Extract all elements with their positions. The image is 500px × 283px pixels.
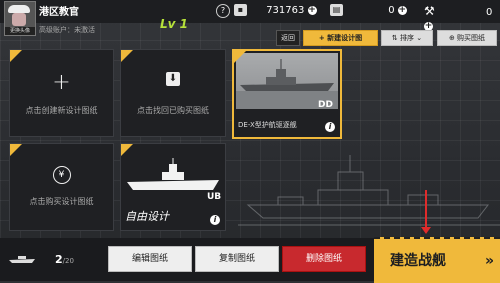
retrieve-design-card[interactable]: ⬇ 点击找回已购买图纸 bbox=[120, 49, 226, 137]
avatar-label: 更换头像 bbox=[5, 27, 35, 35]
ticket-counter: ▤ 0 + bbox=[330, 4, 407, 18]
gold-icon: ▪ bbox=[234, 4, 247, 16]
ticket-icon: ▤ bbox=[330, 4, 343, 16]
background-ship-blueprint bbox=[238, 155, 500, 226]
delete-design-button[interactable]: 删除图纸 bbox=[282, 246, 366, 272]
gear-value: 0 bbox=[485, 7, 493, 18]
sort-dropdown[interactable]: ⇅ 排序 ⌄ bbox=[381, 30, 433, 46]
corner-marker bbox=[121, 144, 133, 156]
chevron-down-icon: ⌄ bbox=[414, 34, 423, 42]
design-name: DE-X型护航驱逐舰 bbox=[238, 121, 297, 129]
build-ship-button[interactable]: 建造战舰 » bbox=[374, 237, 500, 283]
new-design-label: 新建设计图 bbox=[327, 34, 363, 42]
count-value: 2 bbox=[55, 253, 63, 266]
player-name: 港区教官 bbox=[39, 7, 79, 18]
build-label: 建造战舰 bbox=[390, 253, 446, 269]
gear-counter: ⚒ 0 + bbox=[424, 4, 500, 31]
card-text: 点击创建新设计图纸 bbox=[25, 106, 98, 115]
buy-design-card[interactable]: ¥ 点击购买设计图纸 bbox=[9, 143, 114, 231]
info-icon[interactable]: i bbox=[325, 122, 335, 132]
new-design-button[interactable]: + 新建设计图 bbox=[303, 30, 378, 46]
create-design-card[interactable]: + 点击创建新设计图纸 bbox=[9, 49, 114, 137]
design-card-de-x[interactable]: DD DE-X型护航驱逐舰 i bbox=[232, 49, 342, 139]
buy-design-label: 购买图纸 bbox=[457, 34, 486, 42]
ticket-value: 0 bbox=[388, 5, 395, 16]
card-text: 点击找回已购买图纸 bbox=[137, 106, 209, 115]
edit-design-button[interactable]: 编辑图纸 bbox=[108, 246, 192, 272]
corner-marker bbox=[234, 51, 246, 63]
corner-marker bbox=[121, 50, 133, 62]
buy-design-button[interactable]: ⊕ 购买图纸 bbox=[437, 30, 497, 46]
yen-icon: ¥ bbox=[52, 166, 71, 184]
annotation-arrowhead bbox=[421, 227, 431, 234]
copy-design-button[interactable]: 复制图纸 bbox=[195, 246, 279, 272]
gold-counter: ▪ 731763 + bbox=[234, 4, 317, 18]
chevron-right-icon: » bbox=[484, 253, 494, 269]
filter-icon: ⇅ bbox=[391, 34, 400, 42]
corner-marker bbox=[10, 50, 22, 62]
corner-marker bbox=[10, 144, 22, 156]
plus-icon: + bbox=[52, 70, 71, 95]
gold-value: 731763 bbox=[266, 5, 305, 16]
add-gold-button[interactable]: + bbox=[307, 5, 317, 15]
back-button[interactable]: 返回 bbox=[276, 30, 300, 46]
cart-icon: ⊕ bbox=[448, 34, 458, 42]
class-tag: UB bbox=[207, 192, 222, 202]
gear-icon: ⚒ bbox=[424, 4, 435, 18]
ship-silhouette bbox=[127, 158, 219, 190]
level-label: Lv 1 bbox=[160, 17, 188, 31]
download-icon: ⬇ bbox=[166, 72, 180, 86]
design-name: 自由设计 bbox=[125, 210, 169, 223]
help-icon: ? bbox=[216, 4, 230, 18]
add-ticket-button[interactable]: + bbox=[397, 5, 407, 15]
ship-count-icon bbox=[9, 256, 35, 263]
help-button[interactable]: ? bbox=[216, 4, 230, 18]
class-tag: DD bbox=[318, 100, 333, 110]
plus-icon: + bbox=[318, 34, 328, 42]
info-icon[interactable]: i bbox=[210, 215, 220, 225]
count-total: /20 bbox=[62, 257, 74, 265]
account-status: 高级账户：未激活 bbox=[39, 26, 95, 34]
card-text: 点击购买设计图纸 bbox=[29, 197, 94, 206]
sort-label: 排序 bbox=[400, 34, 414, 42]
design-card-free[interactable]: UB 自由设计 i bbox=[120, 143, 226, 231]
annotation-arrow bbox=[425, 190, 427, 232]
design-count: 2/20 bbox=[55, 253, 74, 266]
avatar[interactable]: 更换头像 bbox=[4, 1, 36, 36]
